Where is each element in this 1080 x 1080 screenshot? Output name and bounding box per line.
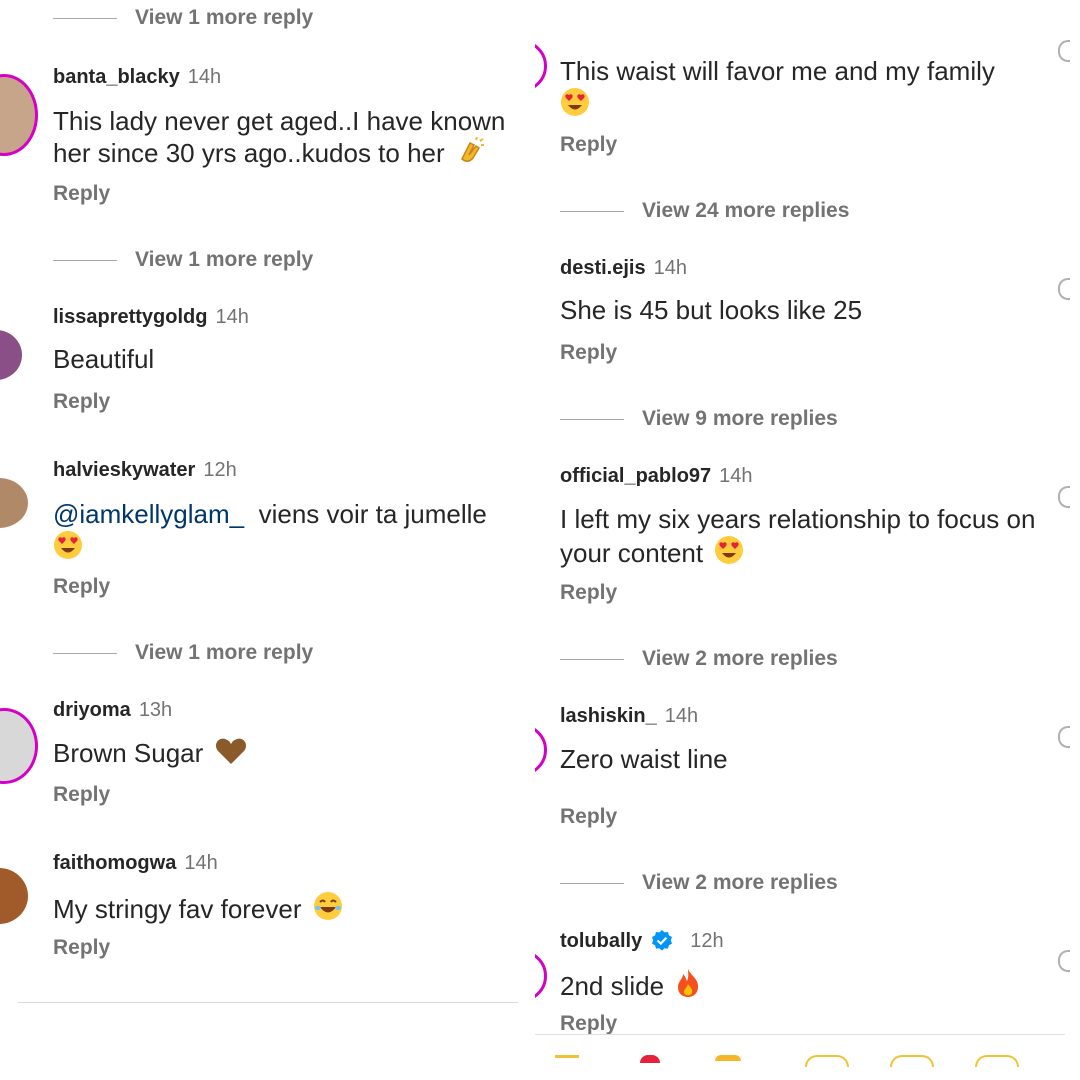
reply-button[interactable]: Reply — [560, 341, 617, 365]
emoji-icon[interactable] — [640, 1055, 660, 1063]
thread-line — [53, 259, 117, 261]
fire-icon — [678, 969, 699, 997]
thread-line — [560, 882, 624, 884]
avatar[interactable] — [0, 708, 38, 784]
avatar[interactable] — [0, 868, 28, 924]
comment-text: Brown Sugar — [53, 737, 247, 769]
reply-button[interactable]: Reply — [560, 581, 617, 605]
heart-eyes-icon — [715, 536, 744, 564]
username[interactable]: driyoma — [53, 699, 131, 721]
timestamp: 13h — [138, 699, 173, 721]
comment-header: halvieskywater 12h — [53, 459, 237, 482]
view-more-replies[interactable]: View 1 more reply — [53, 248, 313, 272]
emoji-icon[interactable] — [555, 1055, 579, 1058]
timestamp: 14h — [187, 66, 222, 88]
comment-text: Beautiful — [53, 344, 155, 374]
heart-eyes-icon — [54, 531, 82, 559]
avatar[interactable] — [0, 478, 28, 528]
reply-button[interactable]: Reply — [53, 390, 110, 414]
view-more-replies[interactable]: View 1 more reply — [53, 6, 313, 30]
comment-header: banta_blacky 14h — [53, 66, 221, 89]
like-heart-icon[interactable] — [1058, 950, 1070, 972]
reply-button[interactable]: Reply — [53, 936, 110, 960]
emoji-icon[interactable] — [890, 1055, 934, 1067]
laughing-face-icon — [313, 892, 342, 920]
right-comments-panel: This waist will favor me and my family R… — [535, 0, 1080, 1080]
avatar[interactable] — [535, 950, 547, 1002]
verified-badge-icon — [652, 930, 673, 951]
comment-header: tolubally 12h — [560, 929, 724, 953]
like-heart-icon[interactable] — [1058, 726, 1070, 748]
comment-header: desti.ejis 14h — [560, 257, 687, 280]
emoji-icon[interactable] — [805, 1055, 849, 1067]
comment-header: lashiskin_ 14h — [560, 705, 698, 728]
comment-header: official_pablo97 14h — [560, 465, 753, 488]
timestamp: 12h — [203, 459, 237, 481]
comment-text: I left my six years relationship to focu… — [560, 504, 1036, 568]
username[interactable]: banta_blacky — [53, 66, 180, 88]
username[interactable]: faithomogwa — [53, 852, 176, 874]
thread-line — [53, 652, 117, 654]
like-heart-icon[interactable] — [1058, 40, 1070, 62]
view-more-replies[interactable]: View 1 more reply — [53, 641, 313, 665]
username[interactable]: lashiskin_ — [560, 705, 657, 727]
clap-icon — [460, 137, 484, 162]
username[interactable]: official_pablo97 — [560, 465, 711, 487]
comment-text: @iamkellyglam_ viens voir ta jumelle — [53, 499, 523, 564]
timestamp: 14h — [215, 306, 249, 328]
comment-text: This lady never get aged..I have known h… — [53, 106, 506, 168]
thread-line — [560, 418, 624, 420]
view-more-replies[interactable]: View 24 more replies — [560, 199, 849, 223]
emoji-icon[interactable] — [975, 1055, 1019, 1067]
comment-header: faithomogwa 14h — [53, 852, 218, 875]
timestamp: 14h — [184, 852, 218, 874]
timestamp: 12h — [690, 929, 724, 952]
view-more-replies[interactable]: View 9 more replies — [560, 407, 838, 431]
avatar[interactable] — [0, 330, 22, 380]
thread-line — [53, 17, 117, 19]
like-heart-icon[interactable] — [1058, 486, 1070, 508]
timestamp: 14h — [664, 705, 699, 727]
comment-text: This waist will favor me and my family — [560, 56, 1030, 121]
like-heart-icon[interactable] — [1058, 278, 1070, 300]
username[interactable]: halvieskywater — [53, 459, 195, 481]
avatar[interactable] — [535, 40, 547, 92]
reply-button[interactable]: Reply — [53, 182, 110, 206]
comment-header: lissaprettygoldg 14h — [53, 306, 249, 329]
emoji-quick-bar — [535, 1035, 1065, 1080]
reply-button[interactable]: Reply — [560, 133, 617, 157]
reply-button[interactable]: Reply — [560, 1012, 617, 1036]
username[interactable]: desti.ejis — [560, 257, 646, 279]
emoji-icon[interactable] — [715, 1055, 741, 1061]
username[interactable]: tolubally — [560, 930, 642, 953]
heart-eyes-icon — [561, 88, 589, 116]
divider — [18, 1002, 518, 1003]
comment-header: driyoma 13h — [53, 699, 172, 722]
brown-heart-icon — [215, 738, 246, 764]
mention-link[interactable]: @iamkellyglam_ — [53, 499, 244, 529]
reply-button[interactable]: Reply — [53, 575, 110, 599]
reply-button[interactable]: Reply — [560, 805, 617, 829]
comment-text: My stringy fav forever — [53, 891, 343, 925]
avatar[interactable] — [535, 724, 547, 776]
timestamp: 14h — [719, 465, 753, 487]
comment-text: She is 45 but looks like 25 — [560, 295, 863, 325]
comment-text: Zero waist line — [560, 744, 728, 774]
thread-line — [560, 658, 624, 660]
view-more-replies[interactable]: View 2 more replies — [560, 871, 838, 895]
avatar[interactable] — [0, 74, 38, 156]
comment-text: 2nd slide — [560, 968, 701, 1002]
thread-line — [560, 210, 624, 212]
left-comments-panel: View 1 more reply banta_blacky 14h This l… — [0, 0, 530, 1080]
view-more-replies[interactable]: View 2 more replies — [560, 647, 838, 671]
username[interactable]: lissaprettygoldg — [53, 306, 207, 328]
reply-button[interactable]: Reply — [53, 783, 110, 807]
timestamp: 14h — [653, 257, 687, 279]
